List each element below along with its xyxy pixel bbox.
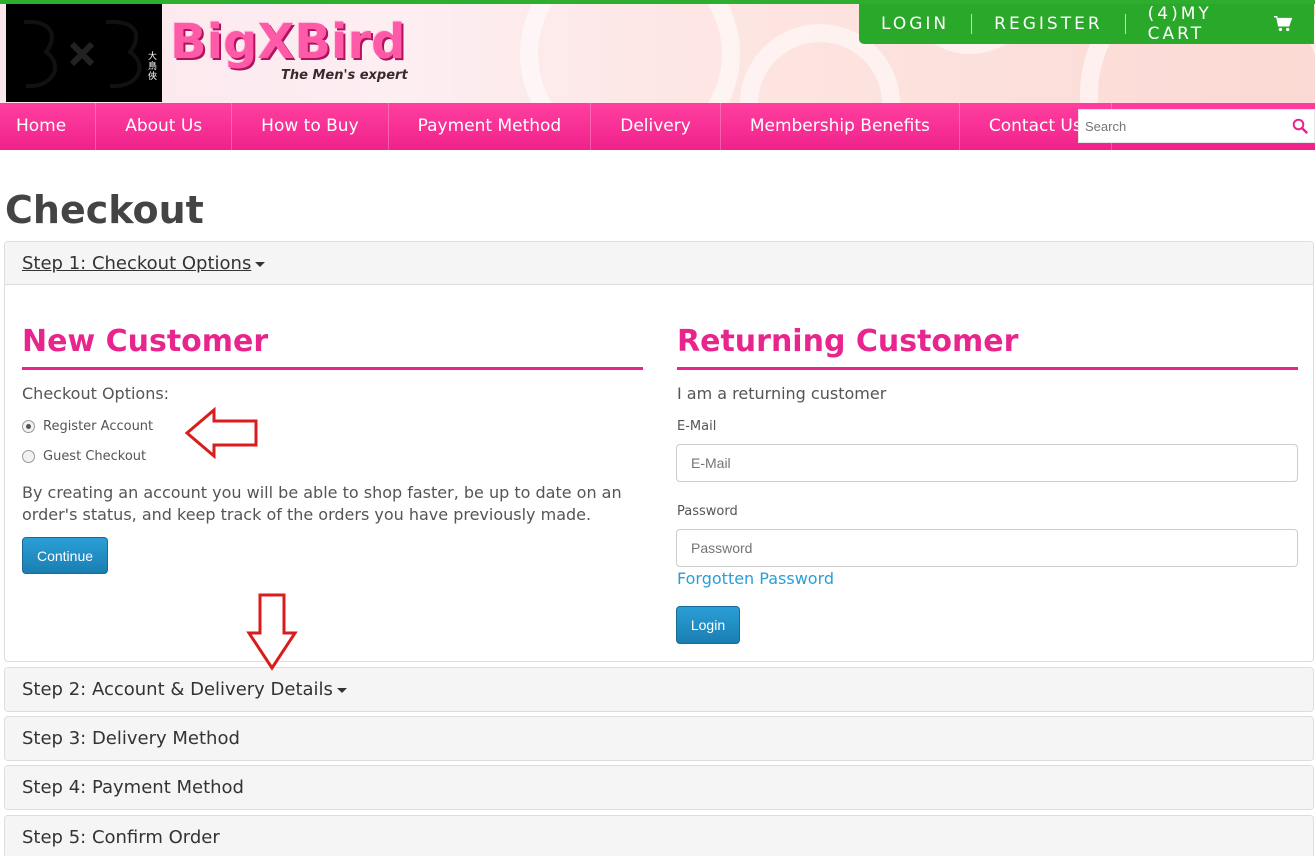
email-label: E-Mail [677,419,717,434]
password-field-wrap [676,529,1298,567]
register-radio[interactable] [22,420,35,433]
returning-intro: I am a returning customer [677,384,887,403]
brand-name[interactable]: BigXBird [170,14,405,70]
search-input[interactable] [1079,110,1279,142]
left-arrow-annotation-icon [184,407,258,459]
login-link[interactable]: LOGIN [859,14,973,34]
step5-panel: Step 5: Confirm Order [4,815,1314,856]
forgotten-password-link[interactable]: Forgotten Password [677,569,834,588]
password-field[interactable] [677,530,1297,566]
step4-heading: Step 4: Payment Method [5,766,1313,809]
nav-home[interactable]: Home [0,103,97,150]
down-arrow-annotation-icon [246,593,298,671]
register-link[interactable]: REGISTER [972,14,1126,34]
password-label: Password [677,504,738,519]
nav-about-us[interactable]: About Us [96,103,233,150]
nav-delivery[interactable]: Delivery [591,103,721,150]
checkout-options-label: Checkout Options: [22,384,170,403]
search-icon[interactable] [1292,118,1308,134]
guest-radio[interactable] [22,450,35,463]
login-button[interactable]: Login [676,606,740,644]
continue-button[interactable]: Continue [22,537,108,574]
option-guest-checkout[interactable]: Guest Checkout [22,449,146,464]
search-box [1078,109,1315,143]
cart-link[interactable]: (4)MY CART [1126,4,1314,44]
step4-panel: Step 4: Payment Method [4,765,1314,810]
logo-chinese-chars: 大鳥俠 [148,52,158,82]
brand-logo[interactable]: 大鳥俠 [6,4,162,102]
step2-panel: Step 2: Account & Delivery Details [4,667,1314,712]
step3-panel: Step 3: Delivery Method [4,716,1314,761]
step3-heading: Step 3: Delivery Method [5,717,1313,760]
option-register-account[interactable]: Register Account [22,419,153,434]
bxb-logo-icon [14,14,154,94]
step2-heading[interactable]: Step 2: Account & Delivery Details [5,668,1313,711]
page-title: Checkout [5,188,204,232]
caret-down-icon [336,687,347,693]
cart-label: (4)MY CART [1147,4,1212,44]
new-customer-divider [22,367,643,370]
new-customer-title: New Customer [22,324,269,359]
step1-heading[interactable]: Step 1: Checkout Options [5,242,1313,285]
nav-membership-benefits[interactable]: Membership Benefits [721,103,960,150]
returning-customer-divider [677,367,1298,370]
guest-checkout-label: Guest Checkout [43,449,147,464]
step1-link[interactable]: Step 1: Checkout Options [22,253,251,274]
new-customer-description: By creating an account you will be able … [22,483,622,524]
brand-tagline: The Men's expert [281,68,408,83]
email-field-wrap [676,444,1298,482]
register-account-label: Register Account [43,419,154,434]
account-bar: LOGIN REGISTER (4)MY CART [859,4,1314,44]
shopping-cart-icon [1273,16,1292,32]
email-field[interactable] [677,445,1297,481]
caret-down-icon [255,261,266,267]
returning-customer-title: Returning Customer [677,324,1019,359]
step2-label[interactable]: Step 2: Account & Delivery Details [22,679,333,700]
nav-how-to-buy[interactable]: How to Buy [232,103,389,150]
step5-heading: Step 5: Confirm Order [5,816,1313,856]
nav-payment-method[interactable]: Payment Method [389,103,592,150]
